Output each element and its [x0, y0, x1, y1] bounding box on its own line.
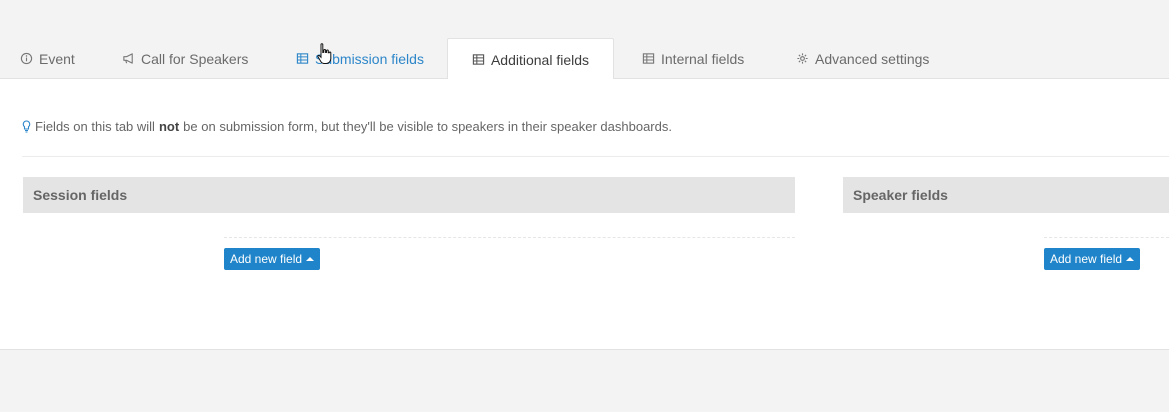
table-icon	[296, 53, 309, 64]
add-session-field-label: Add new field	[230, 252, 303, 266]
add-session-field-button[interactable]: Add new field	[224, 248, 321, 270]
info-circle-icon	[20, 52, 33, 65]
megaphone-icon	[123, 53, 133, 64]
additional-fields-panel: Fields on this tab will not be on submis…	[0, 79, 1169, 350]
hand-cursor-icon	[317, 43, 332, 64]
table-icon	[642, 53, 655, 64]
info-emphasis: not	[158, 119, 180, 134]
tab-advanced-settings-label: Advanced settings	[815, 50, 930, 67]
caret-up-icon	[1126, 257, 1135, 261]
caret-up-icon	[306, 257, 315, 261]
divider	[22, 156, 1169, 157]
gear-icon	[797, 53, 808, 64]
table-icon	[472, 54, 485, 65]
add-speaker-field-label: Add new field	[1050, 252, 1123, 266]
info-prefix: Fields on this tab will	[35, 119, 155, 134]
tab-event[interactable]: Event	[20, 38, 75, 79]
info-suffix: be on submission form, but they'll be vi…	[183, 119, 672, 134]
session-fields-title: Session fields	[33, 187, 128, 203]
tab-internal-fields-label: Internal fields	[661, 50, 745, 67]
tab-event-label: Event	[39, 50, 75, 67]
tab-advanced-settings[interactable]: Advanced settings	[796, 38, 929, 79]
lightbulb-icon	[22, 120, 31, 133]
tab-call-for-speakers-label: Call for Speakers	[141, 50, 249, 67]
speaker-fields-dropzone	[1044, 237, 1169, 238]
tab-internal-fields[interactable]: Internal fields	[642, 38, 744, 79]
info-message: Fields on this tab will not be on submis…	[22, 119, 672, 134]
tab-additional-fields[interactable]: Additional fields	[447, 38, 614, 80]
session-fields-dropzone	[224, 237, 795, 238]
speaker-fields-header: Speaker fields	[843, 177, 1169, 213]
tab-call-for-speakers[interactable]: Call for Speakers	[122, 38, 248, 79]
add-speaker-field-button[interactable]: Add new field	[1044, 248, 1141, 270]
speaker-fields-title: Speaker fields	[853, 187, 948, 203]
settings-tabs: Event Call for Speakers Submission field…	[0, 38, 1169, 80]
tab-additional-fields-label: Additional fields	[490, 51, 590, 68]
session-fields-header: Session fields	[23, 177, 795, 213]
